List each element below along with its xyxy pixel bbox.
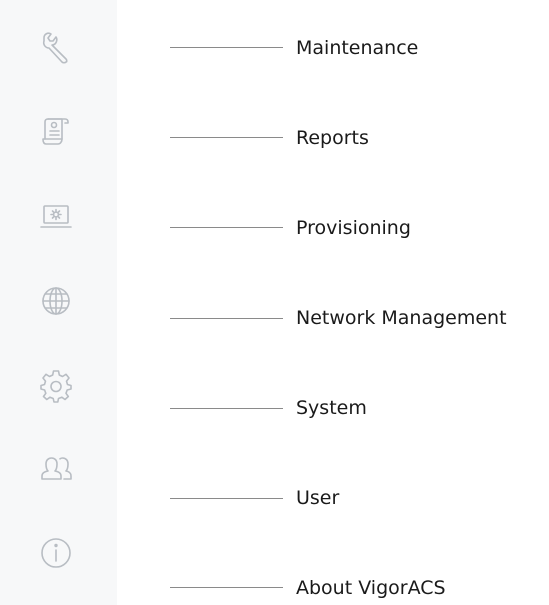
globe-icon xyxy=(42,287,70,315)
users-icon xyxy=(41,457,72,480)
callout-label-user: User xyxy=(296,487,340,509)
sidebar-item-network-management[interactable] xyxy=(33,278,79,324)
callout-line-reports xyxy=(170,137,283,138)
wrench-icon xyxy=(42,32,68,64)
sidebar-item-maintenance[interactable] xyxy=(33,24,79,70)
report-scroll-icon xyxy=(42,118,69,145)
provisioning-laptop-icon xyxy=(40,205,72,228)
sidebar-item-about[interactable] xyxy=(33,530,79,576)
callout-label-provisioning: Provisioning xyxy=(296,217,411,239)
callout-line-network-management xyxy=(170,318,283,319)
callout-label-about: About VigorACS xyxy=(296,577,446,599)
callout-label-system: System xyxy=(296,397,367,419)
callout-label-network-management: Network Management xyxy=(296,307,507,329)
callout-line-maintenance xyxy=(170,47,283,48)
callout-line-provisioning xyxy=(170,227,283,228)
sidebar xyxy=(0,0,117,605)
sidebar-item-provisioning[interactable] xyxy=(33,194,79,240)
sidebar-item-user[interactable] xyxy=(33,446,79,492)
callout-line-user xyxy=(170,498,283,499)
callout-line-system xyxy=(170,408,283,409)
sidebar-item-reports[interactable] xyxy=(33,108,79,154)
callout-line-about xyxy=(170,587,283,588)
callout-label-maintenance: Maintenance xyxy=(296,37,419,59)
info-icon xyxy=(41,538,71,568)
sidebar-item-system[interactable] xyxy=(33,362,79,408)
callout-label-reports: Reports xyxy=(296,127,369,149)
gear-icon xyxy=(40,370,72,403)
